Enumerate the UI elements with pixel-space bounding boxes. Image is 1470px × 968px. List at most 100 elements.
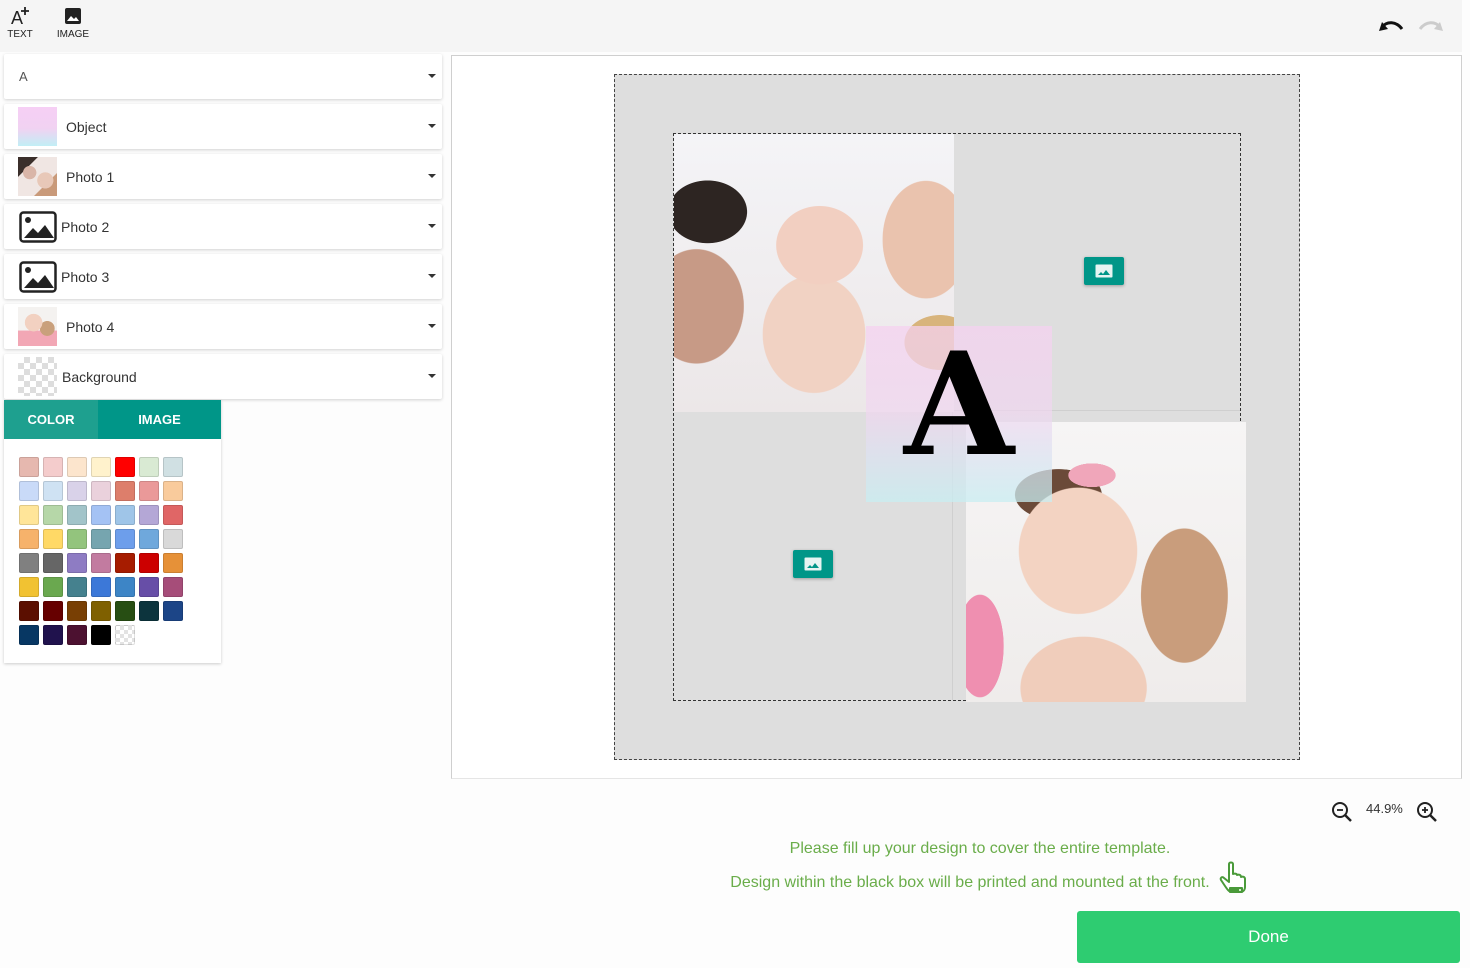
swatch-transparent[interactable]: [115, 625, 135, 645]
color-swatch[interactable]: [115, 481, 135, 501]
color-swatch[interactable]: [19, 625, 39, 645]
dropdown-caret-icon[interactable]: [428, 124, 436, 128]
color-swatch[interactable]: [139, 577, 159, 597]
layer-photo-4[interactable]: Photo 4: [4, 304, 442, 349]
photo-3-add-image-button[interactable]: [793, 550, 833, 578]
photo-1-thumbnail: [18, 157, 57, 196]
color-swatch[interactable]: [67, 553, 87, 573]
color-swatch[interactable]: [163, 457, 183, 477]
color-swatch[interactable]: [91, 601, 111, 621]
color-swatch[interactable]: [91, 529, 111, 549]
color-swatch[interactable]: [139, 457, 159, 477]
color-swatch[interactable]: [19, 553, 39, 573]
color-swatch[interactable]: [43, 553, 63, 573]
zoom-out-button[interactable]: [1330, 800, 1354, 824]
color-swatch[interactable]: [43, 529, 63, 549]
image-icon: [53, 4, 93, 28]
layer-background[interactable]: Background: [4, 354, 442, 399]
layer-text-a[interactable]: A: [4, 54, 442, 99]
photo-2-add-image-button[interactable]: [1084, 257, 1124, 285]
color-swatch[interactable]: [19, 601, 39, 621]
color-swatch[interactable]: [115, 505, 135, 525]
color-swatch[interactable]: [19, 457, 39, 477]
template-bleed-area: A: [614, 74, 1300, 760]
color-swatch[interactable]: [67, 625, 87, 645]
dropdown-caret-icon[interactable]: [428, 224, 436, 228]
color-swatch[interactable]: [91, 553, 111, 573]
background-tabs: COLOR IMAGE: [4, 400, 221, 439]
dropdown-caret-icon[interactable]: [428, 374, 436, 378]
tab-image[interactable]: IMAGE: [98, 400, 221, 439]
add-image-icon: [804, 557, 822, 571]
add-text-tool[interactable]: A TEXT: [0, 4, 40, 40]
color-swatch[interactable]: [43, 577, 63, 597]
print-area-box: A: [673, 133, 1246, 702]
layer-photo-2[interactable]: Photo 2: [4, 204, 442, 249]
dropdown-caret-icon[interactable]: [428, 174, 436, 178]
color-swatch[interactable]: [115, 577, 135, 597]
zoom-in-icon: [1417, 802, 1437, 822]
color-swatch[interactable]: [115, 529, 135, 549]
color-swatch[interactable]: [91, 481, 111, 501]
color-swatch[interactable]: [139, 505, 159, 525]
layer-object[interactable]: Object: [4, 104, 442, 149]
color-swatch[interactable]: [163, 601, 183, 621]
color-swatch[interactable]: [43, 457, 63, 477]
color-swatch[interactable]: [19, 505, 39, 525]
layer-name: Object: [66, 118, 107, 135]
color-swatch[interactable]: [91, 625, 111, 645]
tab-color[interactable]: COLOR: [4, 400, 98, 439]
color-swatch[interactable]: [163, 553, 183, 573]
redo-button[interactable]: [1416, 14, 1446, 36]
color-swatch[interactable]: [91, 577, 111, 597]
dropdown-caret-icon[interactable]: [428, 74, 436, 78]
layer-photo-1[interactable]: Photo 1: [4, 154, 442, 199]
dropdown-caret-icon[interactable]: [428, 324, 436, 328]
add-image-icon: [1095, 264, 1113, 278]
layer-photo-3[interactable]: Photo 3: [4, 254, 442, 299]
image-placeholder-icon: [18, 207, 57, 246]
color-swatch[interactable]: [67, 505, 87, 525]
color-swatch[interactable]: [163, 481, 183, 501]
layers-list: A Object Photo 1 Photo 2 Photo 3 Photo 4…: [4, 54, 442, 404]
color-swatch[interactable]: [139, 481, 159, 501]
color-swatch[interactable]: [91, 457, 111, 477]
color-swatch[interactable]: [67, 457, 87, 477]
instruction-text-2: Design within the black box will be prin…: [730, 874, 1210, 891]
color-swatch[interactable]: [91, 505, 111, 525]
dropdown-caret-icon[interactable]: [428, 274, 436, 278]
color-swatch[interactable]: [67, 577, 87, 597]
pointing-hand-icon: [1219, 861, 1251, 895]
color-swatch[interactable]: [139, 601, 159, 621]
color-swatch[interactable]: [163, 529, 183, 549]
zoom-in-button[interactable]: [1415, 800, 1439, 824]
color-swatch[interactable]: [139, 529, 159, 549]
layer-name: Photo 3: [61, 268, 110, 285]
color-swatch[interactable]: [139, 553, 159, 573]
color-swatch[interactable]: [43, 625, 63, 645]
color-swatch[interactable]: [19, 529, 39, 549]
color-swatch[interactable]: [163, 505, 183, 525]
add-image-tool[interactable]: IMAGE: [53, 4, 93, 40]
color-swatch[interactable]: [115, 553, 135, 573]
redo-icon: [1418, 21, 1443, 31]
color-swatch[interactable]: [163, 577, 183, 597]
color-swatch[interactable]: [67, 601, 87, 621]
color-swatch[interactable]: [67, 529, 87, 549]
color-swatch[interactable]: [43, 481, 63, 501]
color-swatch[interactable]: [19, 481, 39, 501]
color-swatch[interactable]: [67, 481, 87, 501]
transparent-thumbnail: [18, 357, 57, 396]
image-placeholder-icon: [18, 257, 57, 296]
layer-name: Photo 1: [66, 168, 115, 185]
text-element[interactable]: A: [866, 326, 1052, 476]
color-swatch[interactable]: [115, 601, 135, 621]
undo-button[interactable]: [1376, 14, 1406, 36]
done-button[interactable]: Done: [1077, 911, 1460, 963]
color-swatch[interactable]: [43, 601, 63, 621]
color-swatch[interactable]: [115, 457, 135, 477]
layer-name: Background: [62, 368, 137, 385]
color-swatch[interactable]: [19, 577, 39, 597]
color-swatch[interactable]: [43, 505, 63, 525]
undo-icon: [1379, 21, 1404, 31]
